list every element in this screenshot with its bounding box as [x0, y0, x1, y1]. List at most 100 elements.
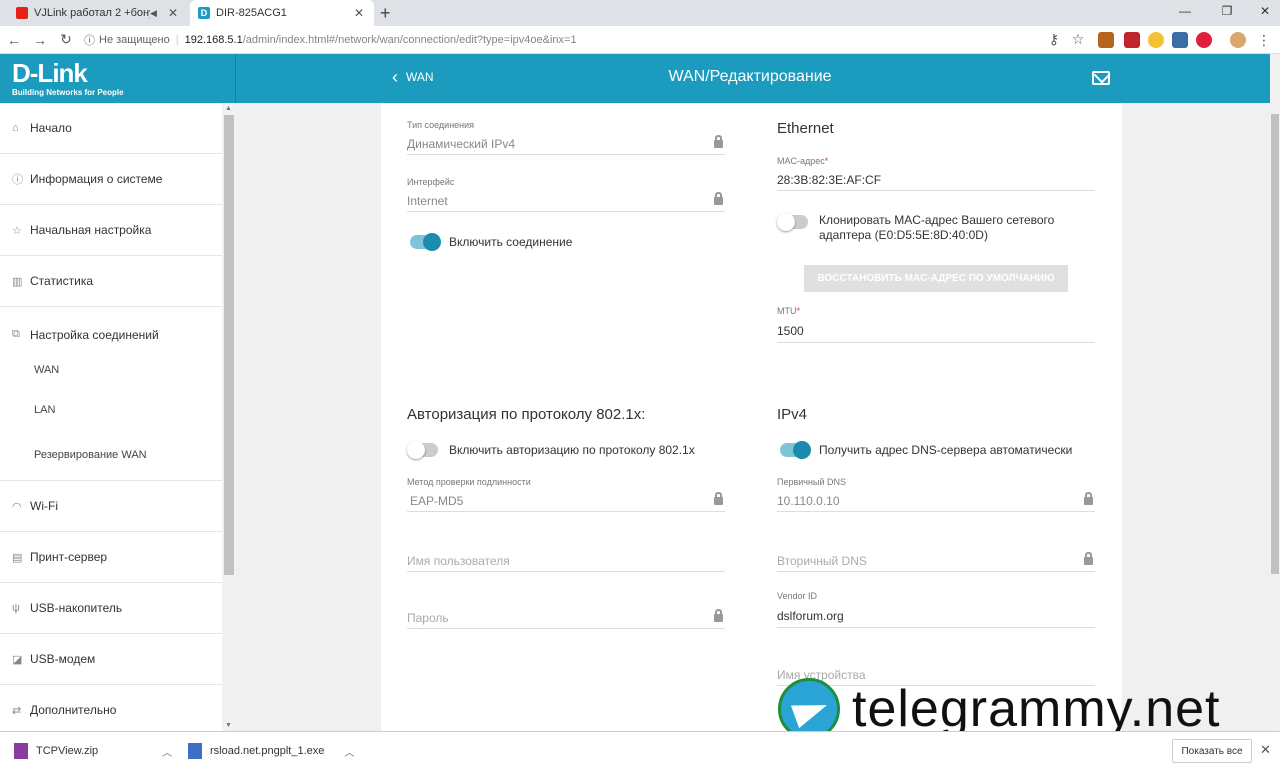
sidebar-item-label: Статистика: [30, 274, 94, 288]
toggle-switch[interactable]: [410, 233, 441, 251]
secondary-dns-input: Вторичный DNS: [777, 550, 1095, 572]
field-value: 1500: [777, 323, 804, 338]
sidebar-item-system-info[interactable]: ⓘ Информация о системе: [0, 154, 222, 205]
chevron-up-icon[interactable]: ︿: [344, 744, 354, 759]
sidebar-item-initial-setup[interactable]: ☆ Начальная настройка: [0, 205, 222, 256]
field-label: Метод проверки подлинности: [407, 477, 531, 487]
bookmark-star-icon[interactable]: ☆: [1066, 31, 1090, 48]
restore-mac-button[interactable]: ВОССТАНОВИТЬ MAC-АДРЕС ПО УМОЛЧАНИЮ: [804, 265, 1068, 292]
field-value: dslforum.org: [777, 608, 844, 623]
sidebar-item-usb-storage[interactable]: ψ USB-накопитель: [0, 583, 222, 634]
sidebar-item-usb-modem[interactable]: ◪ USB-модем: [0, 634, 222, 685]
extension-icon[interactable]: [1172, 32, 1188, 48]
interface-value: Internet: [407, 190, 725, 212]
mtu-field[interactable]: MTU* 1500: [777, 306, 1095, 343]
ublock-icon[interactable]: [1124, 32, 1140, 48]
back-label: WAN: [406, 70, 434, 84]
download-item[interactable]: TCPView.zip ︿: [14, 732, 172, 770]
maximize-icon[interactable]: ❐: [1212, 4, 1242, 18]
reload-icon[interactable]: ↻: [54, 31, 78, 48]
extension-icon[interactable]: [1148, 32, 1164, 48]
info-icon: ⓘ: [12, 174, 23, 186]
download-item[interactable]: rsload.net.pngplt_1.exe ︿: [188, 732, 354, 770]
mtu-input[interactable]: 1500: [777, 319, 1095, 343]
close-window-icon[interactable]: ✕: [1250, 4, 1280, 18]
sidebar-item-label: Wi-Fi: [30, 499, 58, 513]
enable-8021x-toggle[interactable]: Включить авторизацию по протоколу 802.1x: [407, 441, 695, 459]
sidebar-item-advanced[interactable]: ⇄ Дополнительно: [0, 685, 222, 731]
key-icon[interactable]: ⚷: [1042, 31, 1066, 48]
sidebar-item-wifi[interactable]: ◠ Wi-Fi: [0, 481, 222, 532]
back-to-wan-button[interactable]: ‹ WAN: [392, 68, 434, 86]
scroll-up-icon[interactable]: ▲: [225, 105, 232, 112]
youtube-icon: [16, 7, 28, 19]
exe-file-icon: [188, 743, 202, 759]
field-value: EAP-MD5: [410, 493, 464, 508]
clone-mac-toggle[interactable]: Клонировать MAC-адрес Вашего сетевого ад…: [777, 213, 1080, 243]
url-path: /admin/index.html#/network/wan/connectio…: [242, 34, 577, 46]
toggle-label: Получить адрес DNS-сервера автоматически: [819, 443, 1073, 457]
vendor-id-input[interactable]: dslforum.org: [777, 604, 1095, 628]
sidebar-sub-wan-backup[interactable]: Резервирование WAN: [0, 430, 222, 480]
music-icon[interactable]: [1196, 32, 1212, 48]
speaker-icon[interactable]: ◀: [150, 8, 162, 19]
toggle-label: Включить соединение: [449, 235, 573, 249]
watermark-text: telegrammy.net: [852, 680, 1221, 738]
page-scrollbar[interactable]: [1270, 54, 1280, 731]
placeholder: Имя пользователя: [407, 553, 510, 568]
scroll-down-icon[interactable]: ▼: [225, 722, 232, 729]
close-tab-icon[interactable]: ✕: [352, 6, 366, 20]
username-field[interactable]: Имя пользователя: [407, 547, 725, 572]
toggle-switch[interactable]: [780, 441, 811, 459]
sidebar-group-connections: ⧉ Настройка соединений WAN LAN Резервиров…: [0, 307, 222, 481]
close-tab-icon[interactable]: ✕: [166, 6, 180, 20]
app-header: D-Link Building Networks for People ‹ WA…: [0, 54, 1270, 103]
avatar[interactable]: [1230, 32, 1246, 48]
sidebar-sub-lan[interactable]: LAN: [0, 390, 222, 430]
sidebar-item-home[interactable]: ⌂ Начало: [0, 103, 222, 154]
toggle-switch[interactable]: [407, 441, 438, 459]
home-icon: ⌂: [12, 122, 19, 134]
menu-dots-icon[interactable]: ⋮: [1256, 32, 1272, 48]
password-field[interactable]: Пароль: [407, 604, 725, 629]
forward-arrow-icon[interactable]: →: [28, 32, 52, 48]
mac-field[interactable]: MAC-адрес* 28:3B:82:3E:AF:CF: [777, 156, 1095, 191]
chevron-up-icon[interactable]: ︿: [162, 744, 172, 759]
username-input[interactable]: Имя пользователя: [407, 550, 725, 572]
sidebar-item-print-server[interactable]: ▤ Принт-сервер: [0, 532, 222, 583]
new-tab-button[interactable]: +: [380, 3, 391, 24]
mac-input[interactable]: 28:3B:82:3E:AF:CF: [777, 169, 1095, 191]
vendor-id-field[interactable]: Vendor ID dslforum.org: [777, 591, 1095, 628]
field-value: Динамический IPv4: [407, 136, 516, 151]
minimize-icon[interactable]: —: [1170, 4, 1200, 18]
close-downloads-icon[interactable]: ✕: [1260, 742, 1271, 758]
sidebar-item-statistics[interactable]: ▥ Статистика: [0, 256, 222, 307]
url-host: 192.168.5.1: [184, 34, 243, 46]
back-arrow-icon[interactable]: ←: [2, 32, 26, 48]
scrollbar-thumb[interactable]: [1271, 114, 1279, 574]
tab-dlink[interactable]: D DIR-825ACG1 ✕: [190, 0, 374, 26]
tab-strip: VJLink работал 2 +бонус в и ◀ ✕ D DIR-82…: [0, 0, 1280, 26]
downloads-bar: TCPView.zip ︿ rsload.net.pngplt_1.exe ︿ …: [0, 731, 1280, 769]
url-input[interactable]: ⓘ Не защищено | 192.168.5.1 /admin/index…: [84, 29, 1094, 51]
ethernet-section-title: Ethernet: [777, 120, 834, 137]
primary-dns-field: Первичный DNS 10.110.0.10: [777, 477, 1095, 512]
extension-icon[interactable]: [1098, 32, 1114, 48]
mail-icon[interactable]: [1092, 71, 1110, 85]
page-title: WAN/Редактирование: [668, 68, 832, 85]
info-icon[interactable]: ⓘ: [84, 32, 95, 48]
toggle-switch[interactable]: [777, 213, 808, 231]
dns-auto-toggle[interactable]: Получить адрес DNS-сервера автоматически: [780, 441, 1073, 459]
sidebar-scrollbar[interactable]: ▲ ▼: [222, 103, 236, 731]
enable-connection-toggle[interactable]: Включить соединение: [410, 233, 573, 251]
dlink-logo[interactable]: D-Link Building Networks for People: [0, 54, 236, 103]
toggle-label: Клонировать MAC-адрес Вашего сетевого ад…: [819, 213, 1055, 242]
field-label: MTU*: [777, 306, 801, 316]
password-input[interactable]: Пароль: [407, 607, 725, 629]
scrollbar-thumb[interactable]: [224, 115, 234, 575]
show-all-downloads-button[interactable]: Показать все: [1172, 739, 1252, 763]
interface-field: Интерфейс Internet: [407, 177, 725, 212]
field-value: 10.110.0.10: [777, 493, 840, 508]
tab-vjlink[interactable]: VJLink работал 2 +бонус в и ◀ ✕: [8, 0, 188, 26]
sidebar-sub-wan[interactable]: WAN: [0, 350, 222, 390]
